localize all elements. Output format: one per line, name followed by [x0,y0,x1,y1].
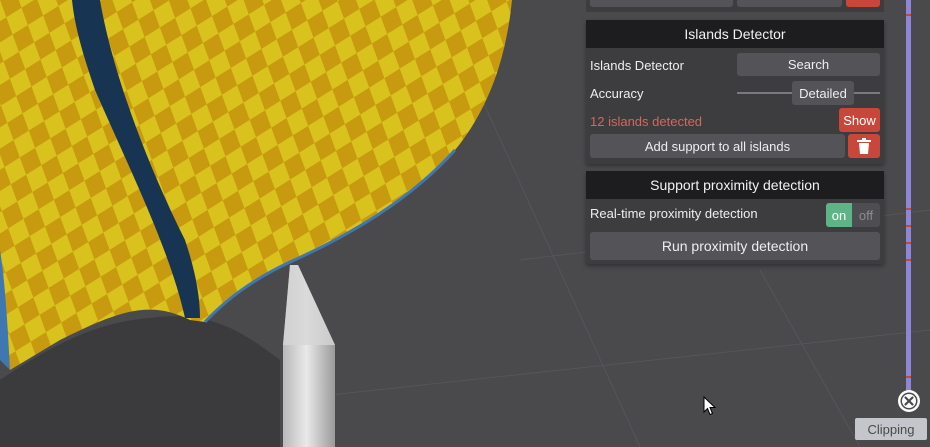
top-remnant-button-2[interactable] [737,0,842,7]
accuracy-slider-value[interactable]: Detailed [792,81,854,105]
cursor-icon [703,396,717,416]
proximity-title: Support proximity detection [586,171,884,199]
clipping-marker [906,242,911,244]
top-panel-remnant [586,0,884,12]
run-proximity-button[interactable]: Run proximity detection [590,232,880,260]
top-remnant-button[interactable] [590,0,733,7]
accuracy-slider[interactable]: Detailed [737,81,880,105]
delete-islands-button[interactable] [848,134,880,158]
realtime-proximity-label: Real-time proximity detection [590,206,758,221]
islands-detector-panel: Islands Detector Islands Detector Search… [586,20,884,164]
search-button[interactable]: Search [737,53,880,76]
clipping-button[interactable]: Clipping [855,418,927,440]
islands-detector-label: Islands Detector [590,58,684,73]
top-remnant-delete-button[interactable] [846,0,880,7]
clipping-marker [906,14,911,16]
realtime-proximity-toggle[interactable]: on off [826,203,880,227]
clipping-marker [906,208,911,210]
toggle-on-label[interactable]: on [826,203,852,227]
add-support-button[interactable]: Add support to all islands [590,134,845,158]
clipping-marker [906,259,911,261]
clipping-marker [906,225,911,227]
accuracy-label: Accuracy [590,86,644,101]
clipping-slider-bar[interactable] [906,0,911,392]
clipping-marker [906,376,911,378]
islands-detected-text: 12 islands detected [590,114,703,129]
show-islands-button[interactable]: Show [839,108,880,132]
trash-icon [857,138,871,154]
close-circle-icon[interactable] [897,389,921,413]
islands-detector-title: Islands Detector [586,20,884,48]
toggle-off-label[interactable]: off [852,203,880,227]
proximity-panel: Support proximity detection Real-time pr… [586,171,884,264]
